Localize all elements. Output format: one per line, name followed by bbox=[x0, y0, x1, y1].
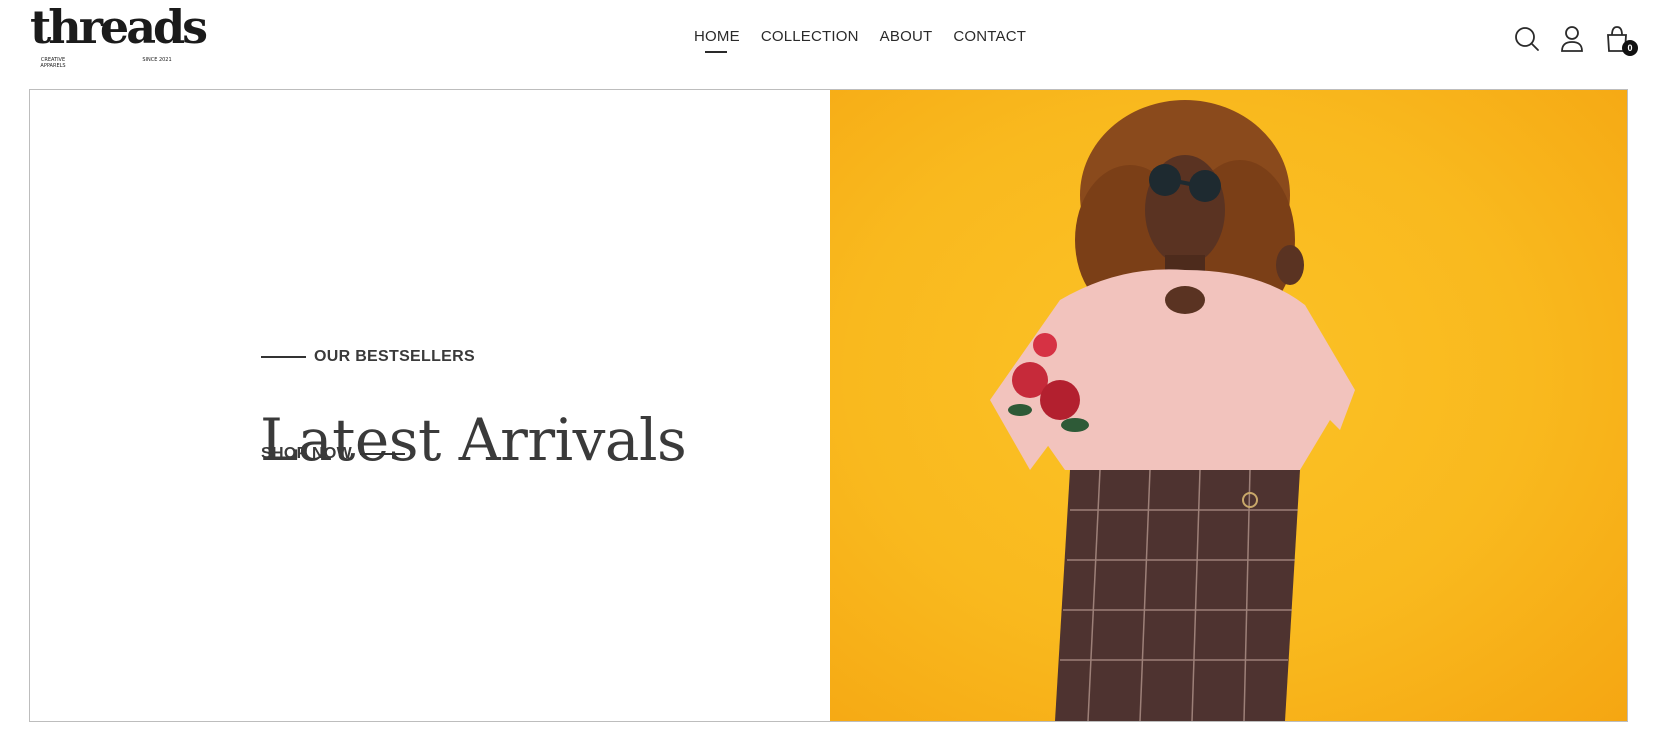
nav-about[interactable]: ABOUT bbox=[880, 28, 933, 45]
header-icons: 0 bbox=[1513, 24, 1638, 58]
brand-logo[interactable]: threads CREATIVE APPARELS SINCE 2021 bbox=[30, 4, 208, 70]
shop-now-link[interactable]: SHOP NOW bbox=[261, 445, 406, 463]
main-nav: HOME COLLECTION ABOUT CONTACT bbox=[694, 28, 1047, 53]
hero-image bbox=[830, 90, 1627, 721]
shop-now-divider bbox=[360, 453, 406, 455]
site-header: threads CREATIVE APPARELS SINCE 2021 HOM… bbox=[0, 0, 1657, 89]
hero-banner: OUR BESTSELLERS Latest Arrivals SHOP NOW bbox=[29, 89, 1628, 722]
nav-collection[interactable]: COLLECTION bbox=[761, 28, 859, 45]
hero-text-panel: OUR BESTSELLERS Latest Arrivals SHOP NOW bbox=[30, 90, 830, 721]
eyebrow-divider bbox=[261, 356, 306, 358]
nav-contact[interactable]: CONTACT bbox=[953, 28, 1026, 45]
hero-headline: Latest Arrivals bbox=[260, 405, 687, 474]
user-icon[interactable] bbox=[1558, 24, 1586, 54]
shop-now-label: SHOP NOW bbox=[261, 445, 353, 462]
shopping-bag-icon[interactable]: 0 bbox=[1603, 24, 1638, 56]
logo-wordmark: threads bbox=[30, 0, 208, 54]
search-icon[interactable] bbox=[1513, 24, 1541, 54]
cart-count-badge: 0 bbox=[1622, 40, 1638, 56]
hero-eyebrow: OUR BESTSELLERS bbox=[261, 348, 475, 366]
logo-tagline-right: SINCE 2021 bbox=[142, 57, 172, 63]
logo-tagline-left: CREATIVE APPARELS bbox=[40, 57, 66, 69]
nav-home[interactable]: HOME bbox=[694, 28, 740, 53]
eyebrow-text: OUR BESTSELLERS bbox=[314, 348, 475, 365]
model-illustration bbox=[990, 100, 1355, 721]
